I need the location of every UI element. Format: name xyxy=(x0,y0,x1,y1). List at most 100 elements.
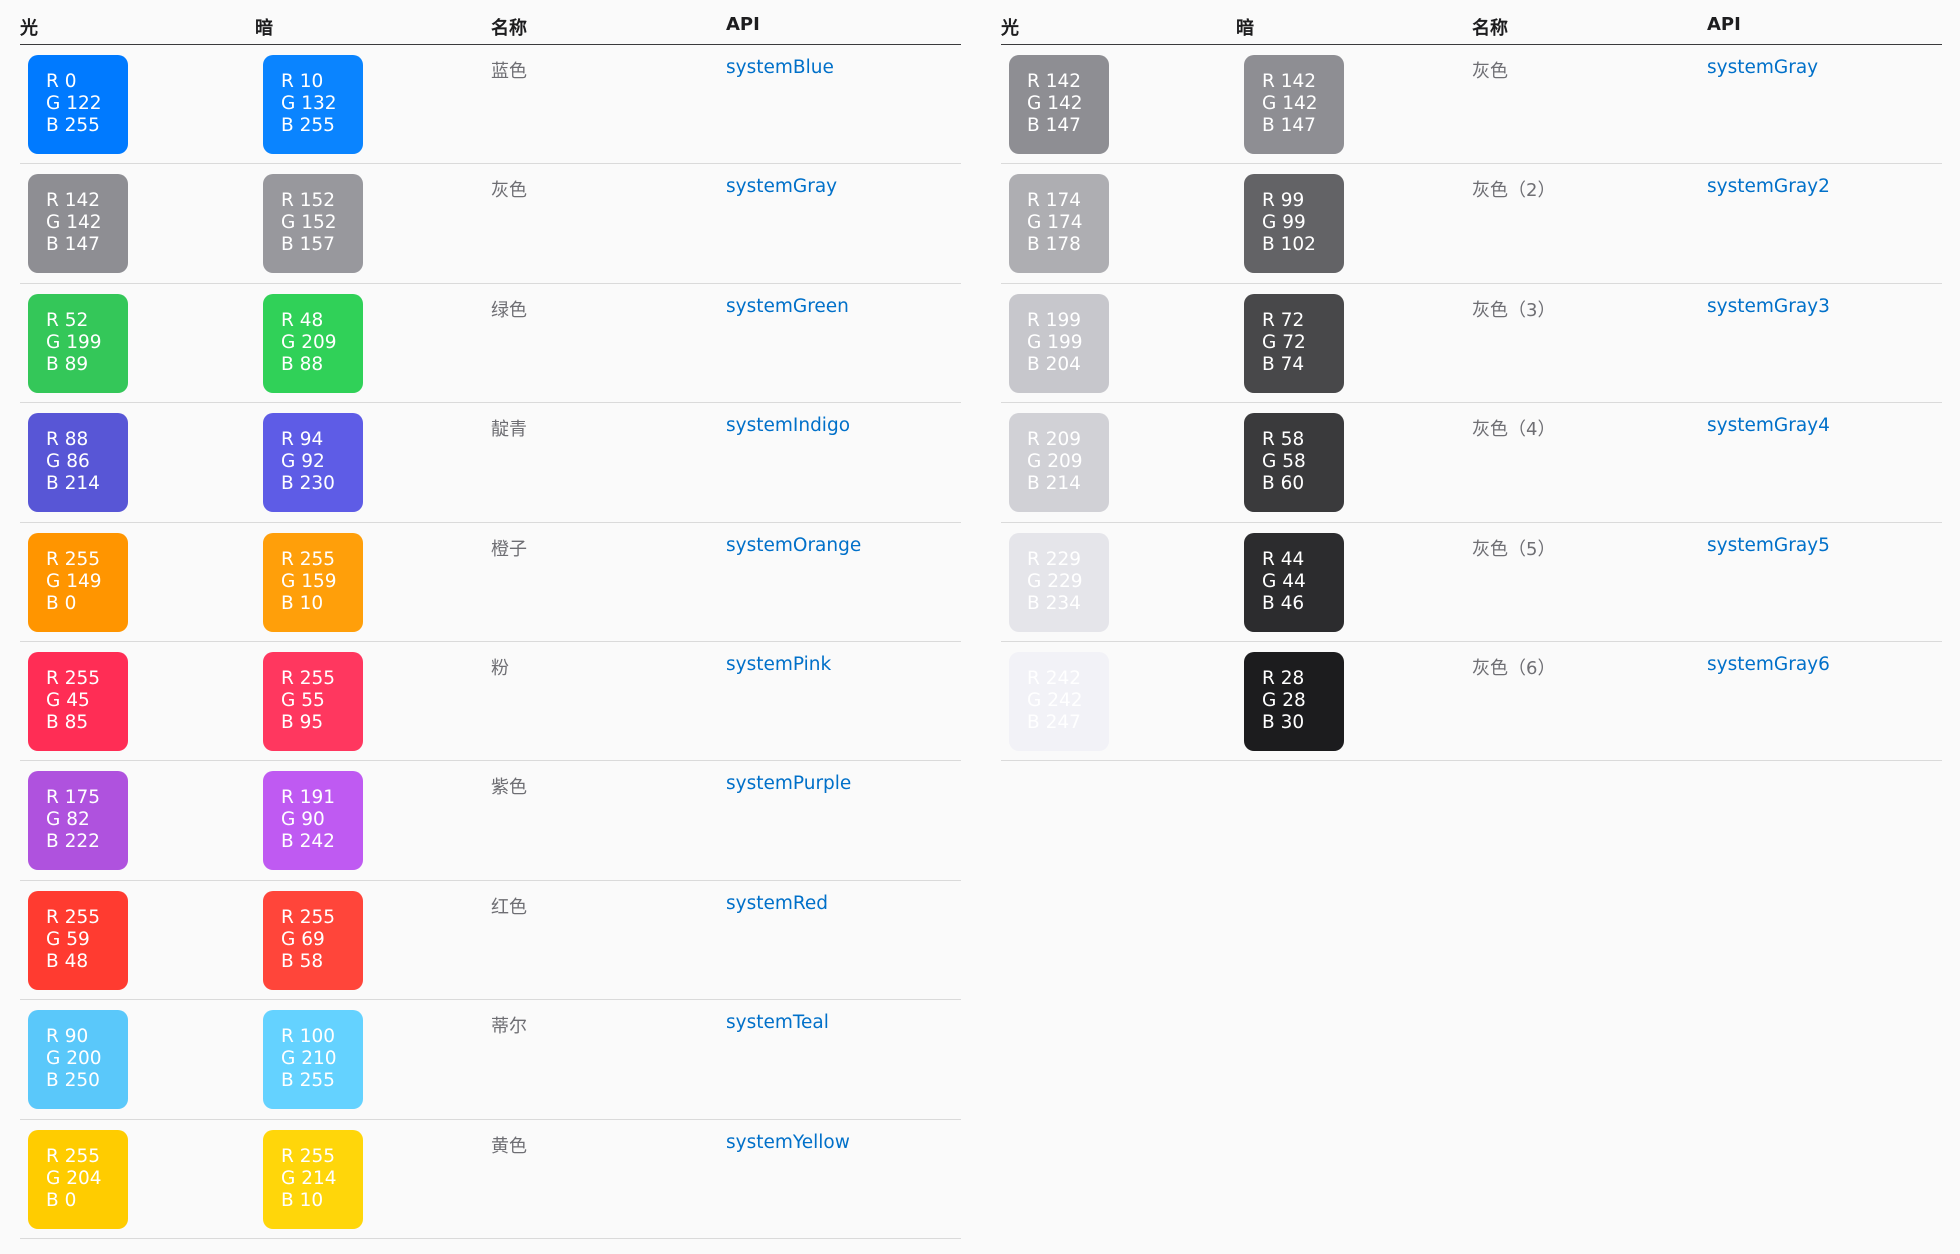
g-value: G 58 xyxy=(1262,451,1306,473)
g-value: G 92 xyxy=(281,451,325,473)
b-value: B 147 xyxy=(1027,115,1081,136)
g-value: G 204 xyxy=(46,1167,102,1189)
g-value: G 122 xyxy=(46,93,102,114)
header-api: API xyxy=(1707,14,1741,35)
light-color-swatch: R 90 G 200 B 250 xyxy=(28,1010,128,1110)
api-link[interactable]: systemGray xyxy=(1707,57,1818,78)
dark-color-swatch: R 48 G 209 B 88 xyxy=(263,293,363,393)
api-link[interactable]: systemYellow xyxy=(726,1132,850,1153)
b-value: B 30 xyxy=(1262,711,1305,733)
g-value: G 55 xyxy=(281,689,325,711)
g-value: G 200 xyxy=(46,1048,102,1070)
r-value: R 52 xyxy=(46,309,89,331)
g-value: G 199 xyxy=(1027,331,1083,353)
g-value: G 59 xyxy=(46,928,90,950)
color-name: 灰色（2） xyxy=(1472,180,1556,202)
r-value: R 199 xyxy=(1027,309,1082,331)
api-link[interactable]: systemGray4 xyxy=(1707,415,1830,436)
r-value: R 99 xyxy=(1262,190,1305,212)
api-link[interactable]: systemBlue xyxy=(726,57,834,78)
r-value: R 255 xyxy=(281,548,336,570)
r-value: R 142 xyxy=(1262,71,1317,92)
r-value: R 58 xyxy=(1262,429,1305,451)
system-grays-table: 光 暗 名称 API R 142 G 142 B 147 R 142 G 142 B 14… xyxy=(1001,0,1942,762)
api-link[interactable]: systemIndigo xyxy=(726,415,850,436)
color-name: 黄色 xyxy=(491,1135,527,1157)
g-value: G 214 xyxy=(281,1167,337,1189)
table-row: R 174 G 174 B 178 R 99 G 99 B 102 灰色（2） systemG… xyxy=(1001,164,1942,284)
b-value: B 0 xyxy=(46,592,77,614)
g-value: G 242 xyxy=(1027,689,1083,711)
api-link[interactable]: systemOrange xyxy=(726,535,861,556)
b-value: B 242 xyxy=(281,831,335,853)
dark-color-swatch: R 58 G 58 B 60 xyxy=(1244,413,1344,513)
b-value: B 60 xyxy=(1262,473,1305,495)
color-name: 绿色 xyxy=(491,299,527,321)
g-value: G 28 xyxy=(1262,689,1306,711)
dark-color-swatch: R 255 G 159 B 10 xyxy=(263,532,363,632)
g-value: G 159 xyxy=(281,570,337,592)
b-value: B 48 xyxy=(46,950,89,972)
api-link[interactable]: systemTeal xyxy=(726,1012,829,1033)
g-value: G 174 xyxy=(1027,212,1083,234)
b-value: B 214 xyxy=(1027,473,1081,495)
b-value: B 102 xyxy=(1262,234,1316,256)
api-link[interactable]: systemPink xyxy=(726,654,831,675)
table-row: R 175 G 82 B 222 R 191 G 90 B 242 紫色 systemPurp… xyxy=(20,761,961,881)
g-value: G 44 xyxy=(1262,570,1306,592)
light-color-swatch: R 88 G 86 B 214 xyxy=(28,413,128,513)
r-value: R 255 xyxy=(281,667,336,689)
api-link[interactable]: systemPurple xyxy=(726,773,851,794)
header-api: API xyxy=(726,14,760,35)
b-value: B 46 xyxy=(1262,592,1305,614)
g-value: G 132 xyxy=(281,93,337,114)
api-link[interactable]: systemGreen xyxy=(726,296,849,317)
b-value: B 157 xyxy=(281,234,335,256)
r-value: R 142 xyxy=(46,190,101,212)
header-dark: 暗 xyxy=(1236,18,1254,39)
b-value: B 204 xyxy=(1027,353,1081,375)
dark-color-swatch: R 255 G 55 B 95 xyxy=(263,651,363,751)
b-value: B 255 xyxy=(281,1070,335,1092)
light-color-swatch: R 255 G 149 B 0 xyxy=(28,532,128,632)
table-row: R 199 G 199 B 204 R 72 G 72 B 74 灰色（3） systemGr… xyxy=(1001,284,1942,404)
api-link[interactable]: systemGray3 xyxy=(1707,296,1830,317)
api-link[interactable]: systemGray2 xyxy=(1707,176,1830,197)
r-value: R 209 xyxy=(1027,429,1082,451)
r-value: R 242 xyxy=(1027,667,1082,689)
dark-color-swatch: R 191 G 90 B 242 xyxy=(263,771,363,871)
light-color-swatch: R 255 G 204 B 0 xyxy=(28,1129,128,1229)
api-link[interactable]: systemGray5 xyxy=(1707,535,1830,556)
r-value: R 10 xyxy=(281,71,324,92)
table-row: R 242 G 242 B 247 R 28 G 28 B 30 灰色（6） systemGr… xyxy=(1001,642,1942,762)
table-row: R 142 G 142 B 147 R 152 G 152 B 157 灰色 systemGr… xyxy=(20,164,961,284)
r-value: R 152 xyxy=(281,190,336,212)
light-color-swatch: R 209 G 209 B 214 xyxy=(1009,413,1109,513)
header-name: 名称 xyxy=(1472,18,1508,39)
light-color-swatch: R 255 G 59 B 48 xyxy=(28,890,128,990)
g-value: G 90 xyxy=(281,809,325,831)
api-link[interactable]: systemGray6 xyxy=(1707,654,1830,675)
color-name: 紫色 xyxy=(491,777,527,799)
api-link[interactable]: systemRed xyxy=(726,893,828,914)
b-value: B 88 xyxy=(281,353,324,375)
dark-color-swatch: R 255 G 69 B 58 xyxy=(263,890,363,990)
g-value: G 199 xyxy=(46,331,102,353)
b-value: B 234 xyxy=(1027,592,1081,614)
api-link[interactable]: systemGray xyxy=(726,176,837,197)
b-value: B 74 xyxy=(1262,353,1305,375)
g-value: G 152 xyxy=(281,212,337,234)
r-value: R 0 xyxy=(46,71,77,92)
light-color-swatch: R 52 G 199 B 89 xyxy=(28,293,128,393)
r-value: R 90 xyxy=(46,1026,89,1048)
b-value: B 10 xyxy=(281,592,324,614)
color-name: 灰色（4） xyxy=(1472,419,1556,441)
light-color-swatch: R 242 G 242 B 247 xyxy=(1009,651,1109,751)
g-value: G 209 xyxy=(281,331,337,353)
color-name: 灰色（5） xyxy=(1472,538,1556,560)
r-value: R 255 xyxy=(281,906,336,928)
r-value: R 191 xyxy=(281,787,336,809)
b-value: B 230 xyxy=(281,473,335,495)
g-value: G 86 xyxy=(46,451,90,473)
color-name: 靛青 xyxy=(491,419,527,441)
